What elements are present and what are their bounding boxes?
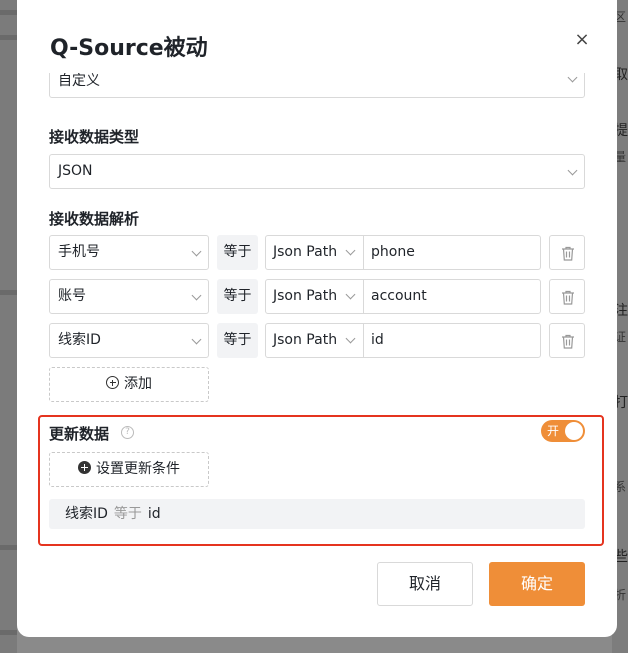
background-bar: [0, 35, 17, 40]
condition-operator: 等于: [113, 506, 142, 522]
background-bar: [0, 10, 17, 15]
source-type-select[interactable]: Json Path: [266, 280, 364, 313]
chevron-down-icon: [345, 289, 356, 300]
chevron-down-icon: [345, 333, 356, 344]
parse-field-value: 账号: [58, 288, 86, 304]
update-data-toggle[interactable]: 开: [541, 420, 585, 442]
json-path-input[interactable]: id: [371, 324, 384, 357]
cancel-button[interactable]: 取消: [377, 562, 473, 606]
json-path-input-group: Json Path phone: [265, 235, 541, 270]
trash-icon: [562, 246, 574, 261]
parse-field-select[interactable]: 线索ID: [49, 323, 209, 358]
source-type-select[interactable]: Json Path: [266, 324, 364, 357]
receive-type-select[interactable]: JSON: [49, 154, 585, 189]
plus-circle-icon: [106, 376, 119, 389]
operator-label: 等于: [217, 279, 258, 314]
toggle-knob: [565, 422, 583, 440]
json-path-input-group: Json Path id: [265, 323, 541, 358]
source-mode-value: 自定义: [58, 73, 100, 89]
background-page-left: [0, 0, 17, 653]
json-path-input-group: Json Path account: [265, 279, 541, 314]
delete-row-button[interactable]: [549, 323, 585, 358]
q-source-dialog: Q-Source被动 × 自定义 接收数据类型 JSON 接收数据解析 手机号 …: [17, 0, 617, 637]
parse-field-select[interactable]: 手机号: [49, 235, 209, 270]
update-data-label: 更新数据: [49, 425, 110, 443]
background-bar: [0, 290, 17, 295]
set-update-condition-button[interactable]: 设置更新条件: [49, 452, 209, 487]
receive-type-value: JSON: [58, 163, 93, 179]
trash-icon: [562, 290, 574, 305]
condition-button-label: 设置更新条件: [96, 461, 180, 477]
help-icon[interactable]: ?: [121, 426, 134, 439]
trash-icon: [562, 334, 574, 349]
parse-field-value: 手机号: [58, 244, 100, 260]
chevron-down-icon: [345, 245, 356, 256]
update-condition-row: 线索ID 等于 id: [49, 499, 585, 529]
json-path-input[interactable]: phone: [371, 236, 415, 269]
receive-type-label: 接收数据类型: [49, 128, 140, 146]
parse-field-select[interactable]: 账号: [49, 279, 209, 314]
chevron-down-icon: [191, 246, 202, 257]
chevron-down-icon: [567, 72, 578, 83]
parse-field-value: 线索ID: [58, 332, 101, 348]
json-path-input[interactable]: account: [371, 280, 427, 313]
chevron-down-icon: [191, 290, 202, 301]
delete-row-button[interactable]: [549, 279, 585, 314]
delete-row-button[interactable]: [549, 235, 585, 270]
confirm-button[interactable]: 确定: [489, 562, 585, 606]
source-type-value: Json Path: [273, 244, 338, 260]
operator-label: 等于: [217, 235, 258, 270]
scroll-clip: [17, 60, 617, 73]
source-type-value: Json Path: [273, 288, 338, 304]
plus-filled-icon: [78, 461, 91, 474]
background-bar: [0, 630, 17, 635]
chevron-down-icon: [567, 165, 578, 176]
operator-label: 等于: [217, 323, 258, 358]
add-button-label: 添加: [124, 376, 152, 392]
add-parse-row-button[interactable]: 添加: [49, 367, 209, 402]
parse-label: 接收数据解析: [49, 210, 140, 228]
source-type-select[interactable]: Json Path: [266, 236, 364, 269]
toggle-on-label: 开: [547, 424, 560, 438]
close-icon[interactable]: ×: [573, 31, 591, 49]
source-type-value: Json Path: [273, 332, 338, 348]
condition-value: id: [147, 506, 161, 522]
background-bar: [0, 545, 17, 550]
chevron-down-icon: [191, 334, 202, 345]
dialog-title: Q-Source被动: [50, 36, 208, 61]
condition-field: 线索ID: [65, 506, 108, 522]
